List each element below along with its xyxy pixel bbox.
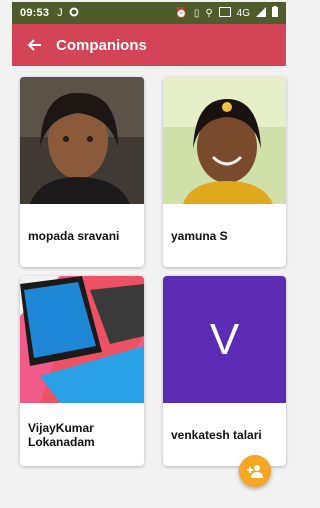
companion-photo [20, 276, 144, 403]
sim-icon: J [57, 7, 63, 19]
battery-icon [272, 6, 278, 20]
companions-grid: mopada sravani yamuna S VijayKumar Lokan… [12, 66, 286, 508]
4g-icon: 4G [236, 7, 250, 19]
back-button[interactable] [12, 24, 56, 66]
status-time: 09:53 [20, 7, 50, 19]
companion-card[interactable]: yamuna S [163, 77, 286, 267]
companion-card[interactable]: VijayKumar Lokanadam [20, 276, 144, 466]
vibrate-icon: ▯ [193, 7, 200, 19]
companion-name: yamuna S [171, 228, 228, 243]
add-companion-button[interactable] [239, 455, 271, 487]
whatsapp-icon [69, 7, 79, 20]
companion-photo [163, 77, 286, 204]
companion-card[interactable]: V venkatesh talari [163, 276, 286, 466]
companion-photo [20, 77, 144, 204]
companion-name: VijayKumar Lokanadam [28, 420, 95, 449]
companion-card[interactable]: mopada sravani [20, 77, 144, 267]
arrow-back-icon [27, 39, 41, 51]
companion-name: mopada sravani [28, 228, 120, 243]
status-bar: 09:53 J ⏰ ▯ ⚲ 4G [12, 2, 286, 24]
alarm-icon: ⏰ [175, 7, 188, 19]
avatar-letter: V [209, 314, 240, 364]
add-person-icon [247, 465, 263, 478]
page-title: Companions [56, 36, 147, 54]
companion-avatar: V [163, 276, 286, 403]
signal-icon [256, 6, 266, 20]
app-bar: Companions [12, 24, 286, 66]
location-icon: ⚲ [205, 7, 213, 19]
hd-icon [218, 6, 231, 20]
